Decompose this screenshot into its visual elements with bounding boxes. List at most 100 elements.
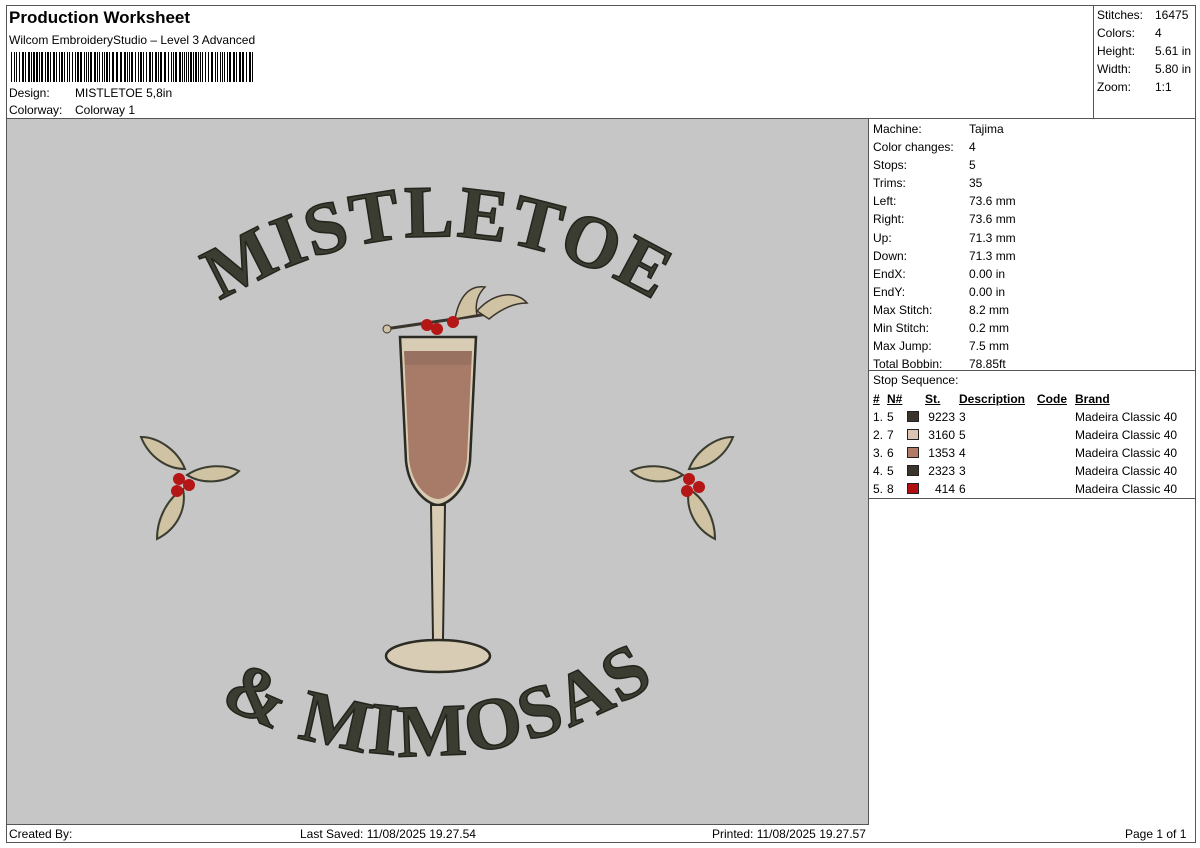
machine-value: 5 — [969, 158, 976, 173]
machine-row: Max Stitch: 8.2 mm — [873, 302, 1195, 320]
stat-colors: Colors: 4 — [1097, 26, 1162, 40]
stop-index: 4. — [873, 464, 884, 478]
stop-index: 3. — [873, 446, 884, 460]
stop-row: 1. 5 9223 3 Madeira Classic 40 — [873, 408, 1193, 426]
barcode-bar — [124, 52, 126, 82]
barcode-bar — [64, 52, 65, 82]
barcode-bar — [116, 52, 118, 82]
design-name: MISTLETOE 5,8in — [75, 86, 173, 100]
barcode-bar — [56, 52, 57, 82]
barcode-bar — [84, 52, 85, 82]
barcode-bar — [173, 52, 174, 82]
stop-sequence-caption: Stop Sequence: — [873, 373, 959, 387]
machine-label: Max Jump: — [873, 339, 932, 354]
stitch-count: 1353 — [928, 446, 955, 460]
worksheet-header: Production Worksheet Wilcom EmbroiderySt… — [7, 6, 1093, 119]
barcode-bar — [198, 52, 199, 82]
col-description: Description — [959, 392, 1026, 406]
barcode-bar — [211, 52, 213, 82]
machine-label: Right: — [873, 212, 905, 227]
needle-number: 5 — [887, 410, 894, 424]
info-panel: Machine: Tajima Color changes: 4 Stops: 5 Trim… — [869, 119, 1195, 825]
worksheet-frame: Production Worksheet Wilcom EmbroiderySt… — [6, 5, 1196, 843]
barcode-bar — [160, 52, 162, 82]
barcode-bar — [19, 52, 20, 82]
machine-row: EndX: 0.00 in — [873, 266, 1195, 284]
thread-brand: Madeira Classic 40 — [1075, 464, 1178, 478]
stop-index: 5. — [873, 482, 884, 496]
worksheet-title: Production Worksheet — [9, 8, 191, 27]
holly-left-icon — [139, 435, 241, 541]
stop-row: 4. 5 2323 3 Madeira Classic 40 — [873, 462, 1193, 480]
design-preview: MISTLETOE & MIMOSAS — [7, 119, 869, 825]
printed-date: Printed: 11/08/2025 19.27.57 — [712, 827, 866, 841]
last-saved: Last Saved: 11/08/2025 19.27.54 — [300, 827, 476, 841]
stitch-count: 414 — [934, 482, 955, 496]
machine-value: 73.6 mm — [969, 194, 1016, 209]
barcode-bar — [242, 52, 244, 82]
barcode-bar — [41, 52, 43, 82]
machine-row: Left: 73.6 mm — [873, 193, 1195, 211]
barcode-bar — [86, 52, 87, 82]
barcode-bar — [127, 52, 128, 82]
stop-row: 5. 8 414 6 Madeira Classic 40 — [873, 480, 1193, 498]
machine-row: Stops: 5 — [873, 157, 1195, 175]
barcode-bar — [149, 52, 151, 82]
color-swatch — [907, 465, 919, 476]
machine-value: 35 — [969, 176, 983, 191]
barcode-bar — [69, 52, 70, 82]
col-brand: Brand — [1075, 392, 1110, 406]
stop-row: 2. 7 3160 5 Madeira Classic 40 — [873, 426, 1193, 444]
machine-label: Down: — [873, 248, 908, 263]
machine-label: Trims: — [873, 176, 906, 191]
top-arc-text: MISTLETOE — [190, 171, 687, 316]
barcode-bar — [50, 52, 51, 82]
barcode-bar — [106, 52, 108, 82]
barcode-bar — [135, 52, 136, 82]
machine-value: 7.5 mm — [969, 339, 1010, 354]
machine-label: Total Bobbin: — [873, 357, 943, 372]
machine-row: Down: 71.3 mm — [873, 248, 1195, 266]
barcode-bar — [208, 52, 209, 82]
barcode-bar — [200, 52, 201, 82]
barcode-bar — [39, 52, 40, 82]
barcode-bar — [190, 52, 192, 82]
thread-brand: Madeira Classic 40 — [1075, 410, 1178, 424]
barcode-bar — [47, 52, 49, 82]
machine-label: Max Stitch: — [873, 302, 933, 317]
worksheet-footer: Created By: Last Saved: 11/08/2025 19.27… — [7, 825, 1195, 843]
thread-description: 4 — [959, 446, 966, 460]
stitch-count: 2323 — [928, 464, 955, 478]
barcode-bar — [182, 52, 183, 82]
machine-row: Trims: 35 — [873, 175, 1195, 193]
page-number: Page 1 of 1 — [1125, 827, 1187, 841]
barcode-bar — [179, 52, 181, 82]
colorway-row: Colorway: Colorway 1 — [9, 103, 135, 117]
champagne-glass-icon — [382, 286, 529, 674]
thread-description: 3 — [959, 410, 966, 424]
barcode-bar — [236, 52, 237, 82]
barcode-bar — [188, 52, 189, 82]
barcode-bar — [215, 52, 216, 82]
barcode-bar — [175, 52, 177, 82]
machine-row: Min Stitch: 0.2 mm — [873, 320, 1195, 338]
barcode-bar — [61, 52, 63, 82]
barcode-bar — [140, 52, 142, 82]
barcode-bar — [109, 52, 110, 82]
barcode-bar — [53, 52, 55, 82]
thread-code — [1037, 480, 1075, 498]
thread-brand: Madeira Classic 40 — [1075, 446, 1178, 460]
barcode-bar — [90, 52, 92, 82]
machine-value: 8.2 mm — [969, 302, 1010, 317]
barcode-bar — [36, 52, 38, 82]
machine-row: Right: 73.6 mm — [873, 211, 1195, 229]
stat-stitches: Stitches: 16475 — [1097, 8, 1189, 22]
barcode-bar — [227, 52, 228, 82]
stat-width: Width: 5.80 in — [1097, 62, 1192, 76]
machine-label: Stops: — [873, 158, 908, 173]
barcode-bar — [33, 52, 35, 82]
design-row: Design: MISTLETOE 5,8in — [9, 86, 172, 100]
thread-code — [1037, 462, 1075, 480]
machine-value: 78.85ft — [969, 357, 1006, 372]
barcode-bar — [11, 52, 12, 82]
